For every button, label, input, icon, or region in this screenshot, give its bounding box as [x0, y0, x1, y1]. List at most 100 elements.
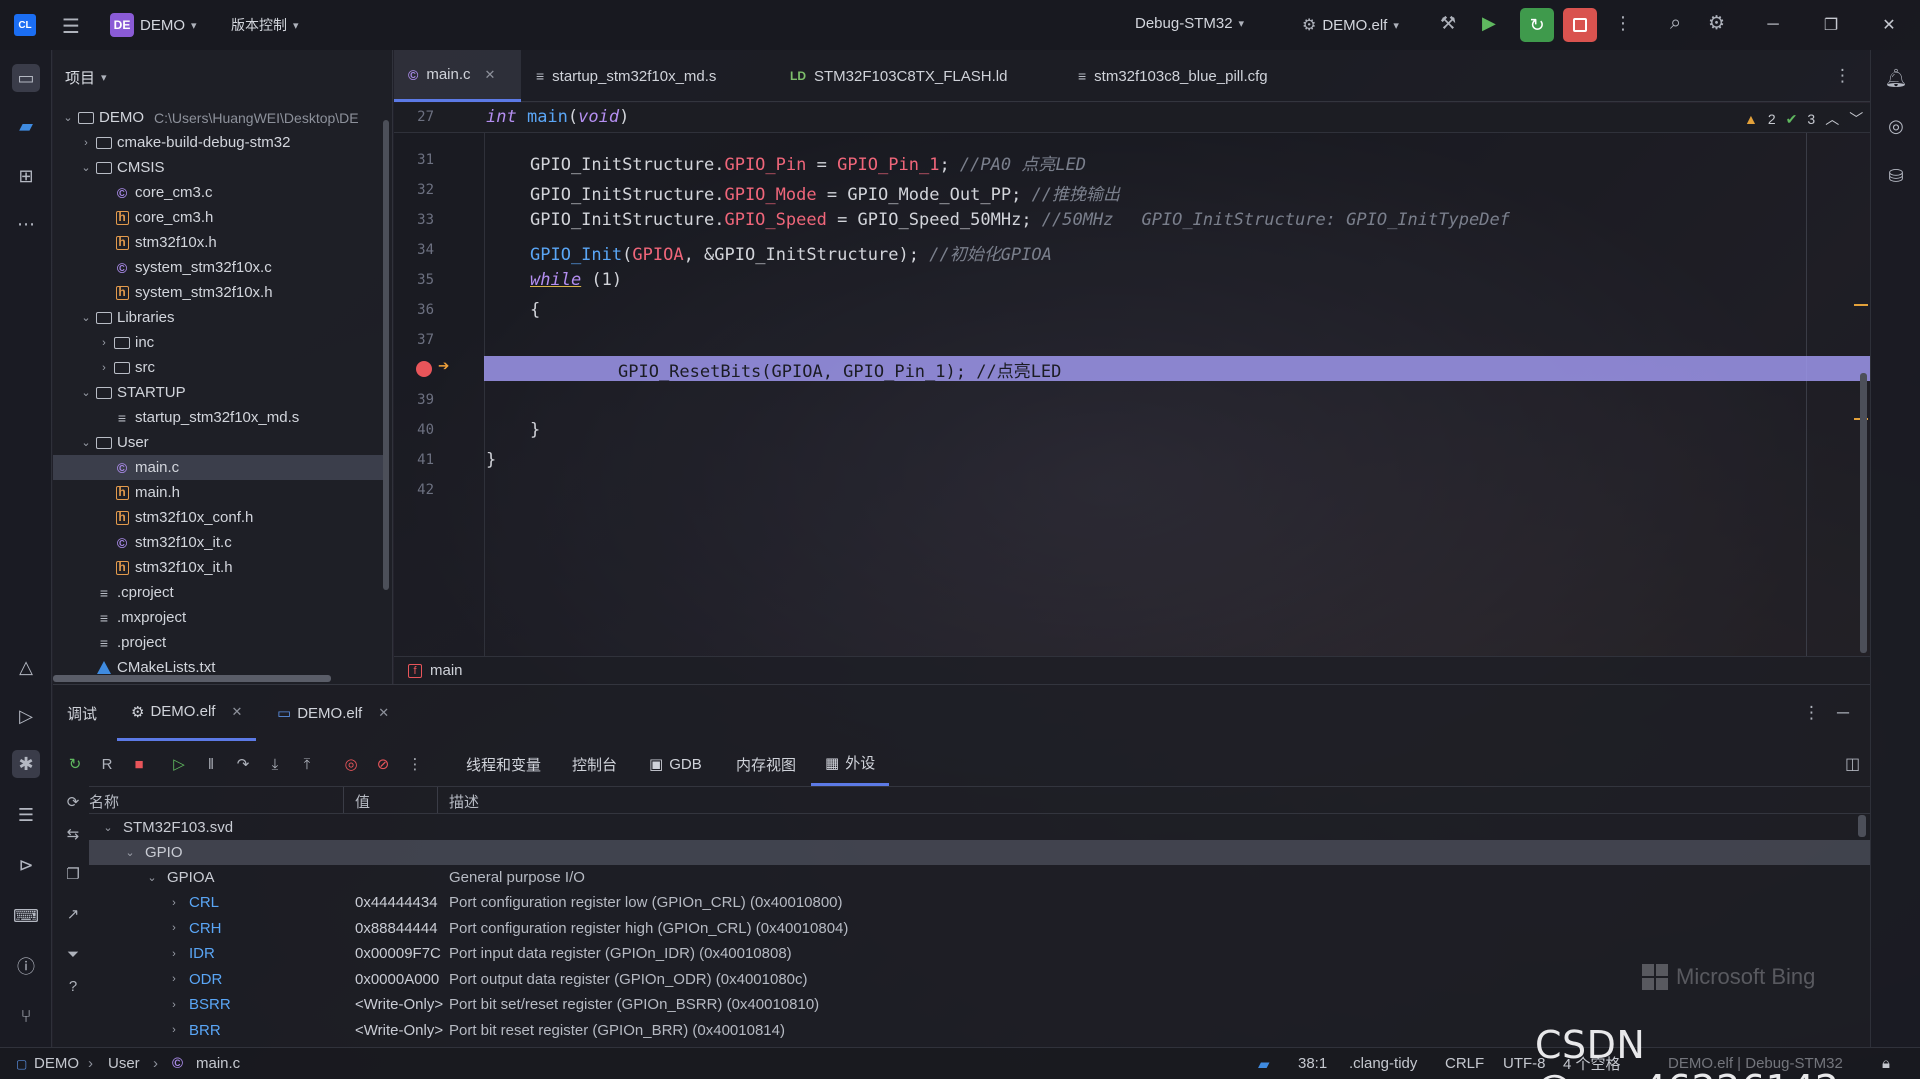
clang-tidy-status[interactable]: .clang-tidy: [1349, 1055, 1417, 1072]
register-row[interactable]: › BSRR <Write-Only> Port bit set/reset regi…: [89, 992, 1870, 1017]
tree-file[interactable]: h stm32f10x.h: [53, 230, 383, 255]
column-name[interactable]: 名称: [89, 791, 119, 812]
register-value[interactable]: 0x44444434: [355, 894, 438, 911]
chevron-right-icon[interactable]: ›: [165, 948, 183, 960]
chevron-right-icon[interactable]: ›: [165, 999, 183, 1011]
tree-folder[interactable]: › src: [53, 355, 383, 380]
chevron-right-icon[interactable]: ›: [77, 137, 95, 149]
restore-icon[interactable]: ❐: [1808, 0, 1854, 50]
chevron-down-icon[interactable]: ⌄: [143, 871, 161, 884]
sync-icon[interactable]: ⇆: [61, 822, 85, 846]
more-tools-icon[interactable]: ⋯: [12, 210, 40, 238]
tree-file[interactable]: © system_stm32f10x.c: [53, 255, 383, 280]
stop-debug-icon[interactable]: ■: [127, 752, 151, 776]
tab-bluepill-cfg[interactable]: ≡ stm32f103c8_blue_pill.cfg: [1064, 50, 1282, 102]
problems-tool-icon[interactable]: ⓘ: [12, 952, 40, 980]
chevron-right-icon[interactable]: ›: [95, 337, 113, 349]
ai-assistant-icon[interactable]: ◎: [1882, 112, 1910, 140]
resume-icon[interactable]: ▶: [1482, 13, 1496, 34]
register-row[interactable]: › IDR 0x00009F7C Port input data register (…: [89, 941, 1870, 966]
terminal-tool-icon[interactable]: ⌨: [12, 902, 40, 930]
view-breakpoints-icon[interactable]: ◎: [339, 752, 363, 776]
chevron-down-icon[interactable]: ⌄: [121, 846, 139, 859]
tab-console[interactable]: 控制台: [572, 742, 617, 786]
tab-flash-ld[interactable]: LD STM32F103C8TX_FLASH.ld: [776, 50, 1021, 102]
copy-icon[interactable]: ❐: [61, 862, 85, 886]
close-tab-icon[interactable]: ✕: [485, 67, 496, 83]
tree-file[interactable]: h main.h: [53, 480, 383, 505]
tab-peripherals[interactable]: ▦ 外设: [811, 742, 890, 786]
column-description[interactable]: 描述: [449, 791, 479, 812]
tab-main-c[interactable]: © main.c ✕: [394, 50, 521, 102]
tree-file[interactable]: h core_cm3.h: [53, 205, 383, 230]
project-tool-folder-icon[interactable]: ▭: [12, 64, 40, 92]
chevron-down-icon[interactable]: ⌄: [59, 111, 77, 124]
cmake-tool-icon[interactable]: ▰: [12, 112, 40, 140]
run-tool-icon[interactable]: ▷: [12, 702, 40, 730]
tree-file[interactable]: h stm32f10x_conf.h: [53, 505, 383, 530]
target-selector[interactable]: ⚙ DEMO.elf ▾: [1302, 15, 1399, 35]
search-icon[interactable]: ⌕: [1670, 12, 1681, 35]
debug-session-tab-1[interactable]: ⚙ DEMO.elf ✕: [117, 685, 257, 741]
notifications-bell-icon[interactable]: 🔔︎: [1882, 64, 1910, 92]
tree-file[interactable]: h stm32f10x_it.h: [53, 555, 383, 580]
tree-row-gpio[interactable]: ⌄ GPIO: [89, 840, 1870, 865]
resume-program-icon[interactable]: ▷: [167, 752, 191, 776]
tree-file[interactable]: h system_stm32f10x.h: [53, 280, 383, 305]
tree-file[interactable]: ≡ startup_stm32f10x_md.s: [53, 405, 383, 430]
git-tool-icon[interactable]: ⑂: [12, 1002, 40, 1030]
chevron-down-icon[interactable]: ﹀: [1849, 109, 1863, 129]
cmake-run-icon[interactable]: △: [12, 653, 40, 681]
chevron-right-icon[interactable]: ›: [95, 362, 113, 374]
inspection-widget[interactable]: ▲ 2 ✔ 3 ︿ ﹀: [1744, 109, 1863, 129]
register-row[interactable]: › CRH 0x88844444 Port configuration registe…: [89, 916, 1870, 941]
step-out-icon[interactable]: ⤒: [295, 752, 319, 776]
tree-horizontal-scrollbar[interactable]: [53, 675, 331, 682]
breakpoint-icon[interactable]: [416, 361, 432, 377]
tree-file[interactable]: © main.c: [53, 455, 383, 480]
register-value[interactable]: 0x0000A000: [355, 971, 439, 988]
debug-tool-icon[interactable]: ✱: [12, 750, 40, 778]
close-tab-icon[interactable]: ✕: [378, 705, 389, 721]
tab-options-icon[interactable]: ⋮: [1834, 66, 1851, 86]
hide-panel-icon[interactable]: ─: [1837, 703, 1849, 723]
main-menu-icon[interactable]: ☰: [62, 14, 80, 39]
step-over-icon[interactable]: ↷: [231, 752, 255, 776]
status-crumb-file[interactable]: main.c: [196, 1055, 240, 1072]
tree-row-svd[interactable]: ⌄ STM32F103.svd: [89, 815, 1870, 840]
chevron-right-icon[interactable]: ›: [165, 973, 183, 985]
vcs-menu[interactable]: 版本控制 ▾: [231, 15, 299, 35]
rerun-debug-icon[interactable]: ↻: [1520, 8, 1554, 42]
register-row[interactable]: › ODR 0x0000A000 Port output data register …: [89, 967, 1870, 992]
register-value[interactable]: <Write-Only>: [355, 996, 443, 1013]
tree-row-gpioa[interactable]: ⌄ GPIOA General purpose I/O: [89, 865, 1870, 890]
chevron-down-icon[interactable]: ⌄: [99, 821, 117, 834]
help-icon[interactable]: ?: [61, 974, 85, 998]
tree-folder[interactable]: ⌄ User: [53, 430, 383, 455]
run-config-selector[interactable]: Debug-STM32 ▾: [1135, 15, 1244, 32]
debug-session-tab-2[interactable]: ▭ DEMO.elf ✕: [277, 685, 389, 741]
peripheral-scrollbar[interactable]: [1858, 815, 1866, 837]
cmake-status-icon[interactable]: ▰: [1258, 1055, 1270, 1073]
register-value[interactable]: <Write-Only>: [355, 1022, 443, 1039]
reset-icon[interactable]: R: [95, 752, 119, 776]
project-switcher[interactable]: DE DEMO ▾: [110, 13, 197, 37]
tab-gdb[interactable]: ▣ GDB: [649, 742, 702, 786]
tree-file[interactable]: ≡ .mxproject: [53, 605, 383, 630]
todo-tool-icon[interactable]: ☰: [12, 801, 40, 829]
pause-icon[interactable]: ‖: [199, 752, 223, 776]
cursor-position[interactable]: 38:1: [1298, 1055, 1327, 1072]
chevron-right-icon[interactable]: ›: [165, 897, 183, 909]
chevron-up-icon[interactable]: ︿: [1825, 109, 1839, 129]
panel-options-icon[interactable]: ⋮: [1803, 703, 1820, 723]
chevron-right-icon[interactable]: ›: [165, 1024, 183, 1036]
close-window-icon[interactable]: ✕: [1866, 0, 1912, 50]
editor-vertical-scrollbar[interactable]: [1860, 373, 1867, 653]
chevron-down-icon[interactable]: ⌄: [77, 386, 95, 399]
structure-tool-icon[interactable]: ⊞: [12, 162, 40, 190]
minimize-icon[interactable]: ─: [1750, 0, 1796, 50]
tree-file[interactable]: © core_cm3.c: [53, 180, 383, 205]
services-tool-icon[interactable]: ⊳: [12, 851, 40, 879]
breadcrumb-function[interactable]: main: [430, 662, 463, 679]
chevron-down-icon[interactable]: ⌄: [77, 161, 95, 174]
